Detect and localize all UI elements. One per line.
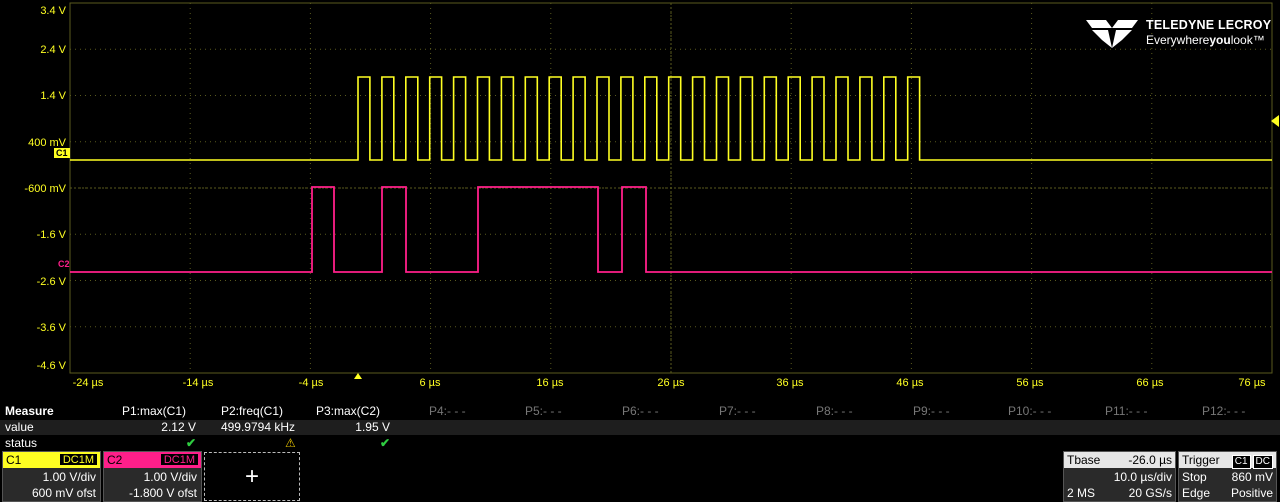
measure-param-name[interactable]: P11:- - -: [1105, 404, 1147, 419]
y-label: -1.6 V: [36, 229, 66, 241]
trigger-time-marker-icon: [354, 373, 362, 379]
teledyne-lecroy-logo: TELEDYNE LECROY Everywhereyoulook™: [1080, 14, 1272, 54]
measure-param-name[interactable]: P5:- - -: [525, 404, 562, 419]
c1-trace-marker[interactable]: C1: [54, 148, 70, 158]
timebase-delay: -26.0 µs: [1128, 453, 1172, 467]
status-ok-icon: ✔: [380, 436, 391, 450]
measure-status-row: status ✔ ⚠ ✔: [0, 436, 1280, 451]
c1-descriptor[interactable]: C1 DC1M 1.00 V/div 600 mV ofst: [2, 451, 101, 502]
x-label: -14 µs: [182, 377, 214, 389]
y-label: 3.4 V: [40, 5, 66, 17]
trigger-source-badge: C1: [1231, 455, 1251, 469]
measure-value-row: value 2.12 V 499.9794 kHz 1.95 V: [0, 420, 1280, 435]
logo-trademark: ™: [1252, 33, 1265, 47]
c2-coupling-badge: DC1M: [159, 453, 199, 466]
c1-label: C1: [6, 453, 22, 467]
measure-param-value: 499.9794 kHz: [220, 420, 295, 434]
measure-param-name[interactable]: P8:- - -: [816, 404, 853, 419]
c2-descriptor-title: C2 DC1M: [104, 452, 201, 468]
x-label: 76 µs: [1238, 377, 1266, 389]
measure-param-name[interactable]: P6:- - -: [622, 404, 659, 419]
measure-param-name[interactable]: P3:max(C2): [316, 404, 380, 419]
logo-tag-bold: you: [1209, 33, 1231, 47]
x-label: 56 µs: [1016, 377, 1044, 389]
y-label: -600 mV: [24, 183, 66, 195]
c1-offset: 600 mV ofst: [31, 486, 96, 500]
y-label: -3.6 V: [36, 322, 66, 334]
status-warning-icon: ⚠: [285, 436, 296, 450]
measure-param-value: 1.95 V: [355, 420, 390, 434]
y-label: -4.6 V: [36, 360, 66, 372]
trigger-title-bar: Trigger C1 DC: [1179, 452, 1276, 469]
c2-descriptor[interactable]: C2 DC1M 1.00 V/div -1.800 V ofst: [103, 451, 202, 502]
measure-param-value: 2.12 V: [161, 420, 196, 434]
c2-vdiv: 1.00 V/div: [143, 470, 197, 484]
measure-title: Measure: [5, 404, 54, 418]
trigger-slope: Positive: [1230, 486, 1273, 500]
logo-tag-suffix: look: [1230, 33, 1253, 47]
trigger-type: Edge: [1182, 486, 1211, 500]
c2-trace-marker[interactable]: C2: [56, 259, 72, 269]
plus-icon: +: [244, 463, 259, 490]
timebase-memory: 2 MS: [1067, 486, 1096, 500]
x-label: 16 µs: [536, 377, 564, 389]
add-trace-button[interactable]: +: [204, 452, 300, 501]
measure-param-name[interactable]: P2:freq(C1): [221, 404, 283, 419]
timebase-sample-rate: 20 GS/s: [1128, 486, 1172, 500]
timebase-tdiv: 10.0 µs/div: [1113, 470, 1172, 484]
measure-param-name[interactable]: P12:- - -: [1202, 404, 1245, 419]
trigger-badges: C1 DC: [1230, 452, 1273, 469]
timebase-title: Tbase: [1067, 453, 1101, 467]
logo-tag-prefix: Everywhere: [1146, 33, 1210, 47]
logo-brand-text: TELEDYNE LECROY: [1146, 18, 1272, 32]
c1-descriptor-title: C1 DC1M: [3, 452, 100, 468]
x-label: 6 µs: [419, 377, 441, 389]
trigger-level: 860 mV: [1231, 470, 1273, 484]
y-label: 1.4 V: [40, 90, 66, 102]
x-label: -4 µs: [298, 377, 324, 389]
c2-offset: -1.800 V ofst: [128, 486, 197, 500]
measure-param-name[interactable]: P10:- - -: [1008, 404, 1051, 419]
timebase-descriptor[interactable]: Tbase -26.0 µs 10.0 µs/div 2 MS 20 GS/s: [1063, 451, 1176, 502]
y-label: -2.6 V: [36, 276, 66, 288]
trigger-descriptor[interactable]: Trigger C1 DC Stop 860 mV Edge Positive: [1178, 451, 1277, 502]
waveform-display[interactable]: 3.4 V 2.4 V 1.4 V 400 mV -600 mV -1.6 V …: [0, 0, 1280, 402]
x-label: 36 µs: [776, 377, 804, 389]
c2-label: C2: [107, 453, 123, 467]
waveform-grid: [69, 2, 1279, 379]
x-label: -24 µs: [72, 377, 104, 389]
logo-mark-icon: [1086, 20, 1138, 48]
c1-vdiv: 1.00 V/div: [42, 470, 96, 484]
c1-coupling-badge: DC1M: [58, 453, 98, 466]
measure-table[interactable]: Measure P1:max(C1) P2:freq(C1) P3:max(C2) P…: [0, 404, 1280, 452]
status-ok-icon: ✔: [186, 436, 197, 450]
logo-tagline: Everywhereyoulook™: [1146, 33, 1265, 47]
measure-param-name[interactable]: P7:- - -: [719, 404, 756, 419]
measure-value-label: value: [5, 420, 34, 434]
trigger-mode: Stop: [1182, 470, 1207, 484]
timebase-title-bar: Tbase -26.0 µs: [1064, 452, 1175, 468]
trigger-title: Trigger: [1182, 453, 1220, 467]
measure-header-row: Measure P1:max(C1) P2:freq(C1) P3:max(C2) P…: [0, 404, 1280, 419]
measure-status-label: status: [5, 436, 38, 450]
x-label: 66 µs: [1136, 377, 1164, 389]
measure-param-name[interactable]: P9:- - -: [913, 404, 950, 419]
measure-param-name[interactable]: P1:max(C1): [122, 404, 186, 419]
x-label: 26 µs: [657, 377, 685, 389]
y-label: 2.4 V: [40, 44, 66, 56]
x-label: 46 µs: [896, 377, 924, 389]
measure-param-name[interactable]: P4:- - -: [429, 404, 466, 419]
trigger-coupling-badge: DC: [1252, 455, 1273, 469]
